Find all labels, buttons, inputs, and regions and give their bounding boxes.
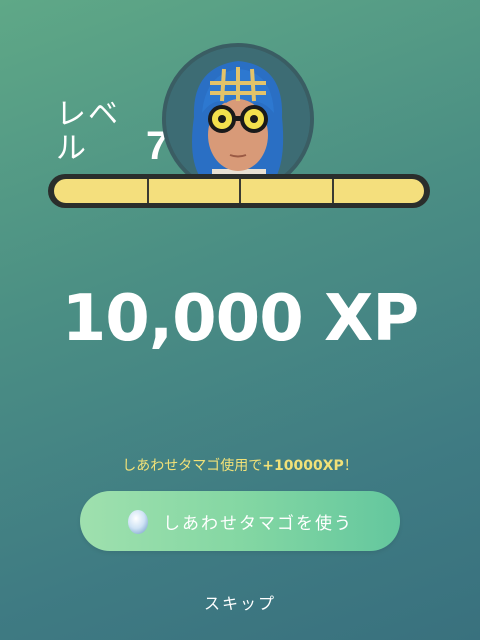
use-lucky-egg-label: しあわせタマゴを使う	[163, 513, 353, 533]
xp-bar-divider	[146, 179, 149, 203]
xp-bar-divider	[239, 179, 241, 203]
xp-bar	[48, 174, 430, 208]
xp-reward-amount: 10,000 XP	[61, 282, 420, 356]
promo-suffix: ！	[343, 458, 358, 474]
promo-prefix: しあわせタマゴ使用で	[122, 458, 263, 474]
use-lucky-egg-button[interactable]: しあわせタマゴを使う	[80, 491, 400, 551]
promo-bonus: +10000XP	[262, 458, 344, 474]
lucky-egg-icon	[128, 510, 148, 534]
trainer-avatar	[162, 43, 314, 195]
level-label: レベ ル	[56, 97, 120, 166]
avatar-icon	[166, 47, 310, 191]
lucky-egg-promo: しあわせタマゴ使用で+10000XP！	[0, 455, 480, 475]
xp-bar-divider	[331, 179, 334, 203]
skip-link[interactable]: スキップ	[0, 590, 480, 614]
xp-bar-fill	[54, 179, 424, 203]
